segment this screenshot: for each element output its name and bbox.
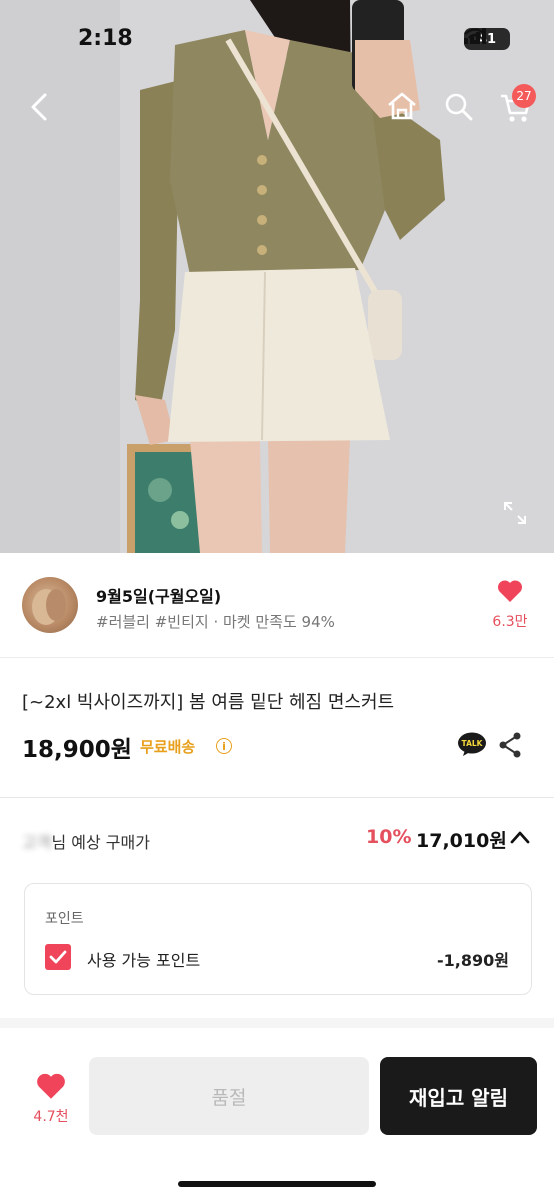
section-gap xyxy=(0,1018,554,1028)
cart-count-badge: 27 xyxy=(512,84,536,108)
seller-tags: #러블리 #빈티지 · 마켓 만족도 94% xyxy=(96,613,335,631)
back-arrow-icon[interactable] xyxy=(28,92,50,122)
product-price: 18,900원 xyxy=(22,737,132,763)
status-time: 2:18 xyxy=(78,26,133,51)
shipping-label: 무료배송 xyxy=(140,738,196,756)
seller-name[interactable]: 9월5일(구월오일) xyxy=(96,583,221,607)
kakao-talk-label: TALK xyxy=(462,739,484,748)
soldout-button[interactable]: 품절 xyxy=(89,1057,369,1135)
avatar-image xyxy=(32,589,66,625)
home-indicator xyxy=(178,1181,376,1187)
share-icon[interactable] xyxy=(498,732,522,758)
available-points-value: -1,890원 xyxy=(437,951,509,970)
product-image[interactable]: 2:18 41 27 xyxy=(0,0,554,553)
bottom-like-button[interactable]: 4.7천 xyxy=(28,1072,74,1126)
points-label: 포인트 xyxy=(45,911,84,927)
info-icon[interactable]: i xyxy=(216,738,232,754)
status-icons: 41 xyxy=(464,28,510,50)
divider xyxy=(0,797,554,798)
kakao-talk-icon[interactable]: TALK xyxy=(458,732,486,756)
restock-alert-button[interactable]: 재입고 알림 xyxy=(380,1057,537,1135)
expected-price-text: 예상 구매가 xyxy=(71,833,150,852)
wifi-icon xyxy=(464,28,486,44)
kakao-talk-bubble: TALK xyxy=(458,732,486,756)
seller-like-count: 6.3만 xyxy=(492,614,528,630)
chevron-up-icon[interactable] xyxy=(510,830,530,844)
expected-price-label: 고객님 예상 구매가 xyxy=(22,829,150,853)
heart-icon xyxy=(497,580,523,602)
product-photo xyxy=(0,0,554,553)
checkbox-checked-icon[interactable] xyxy=(45,944,71,970)
expected-price: 17,010원 xyxy=(416,830,507,852)
product-title: [~2xl 빅사이즈까지] 봄 여름 밑단 헤짐 면스커트 xyxy=(22,692,395,713)
bottom-like-count: 4.7천 xyxy=(33,1109,69,1125)
check-mark-icon xyxy=(49,950,67,964)
seller-section[interactable]: 9월5일(구월오일) #러블리 #빈티지 · 마켓 만족도 94% 6.3만 xyxy=(0,553,554,658)
points-panel: 포인트 사용 가능 포인트 -1,890원 xyxy=(24,883,532,995)
user-suffix: 님 xyxy=(51,833,67,852)
search-icon[interactable] xyxy=(444,92,474,122)
heart-icon xyxy=(37,1073,65,1099)
blurred-user-name: 고객 xyxy=(22,833,52,852)
expand-icon[interactable] xyxy=(503,501,527,525)
seller-avatar[interactable] xyxy=(22,577,78,633)
seller-like-button[interactable]: 6.3만 xyxy=(490,579,530,631)
available-points-label: 사용 가능 포인트 xyxy=(87,951,201,970)
home-icon[interactable] xyxy=(386,91,418,121)
discount-rate: 10% xyxy=(366,826,412,848)
